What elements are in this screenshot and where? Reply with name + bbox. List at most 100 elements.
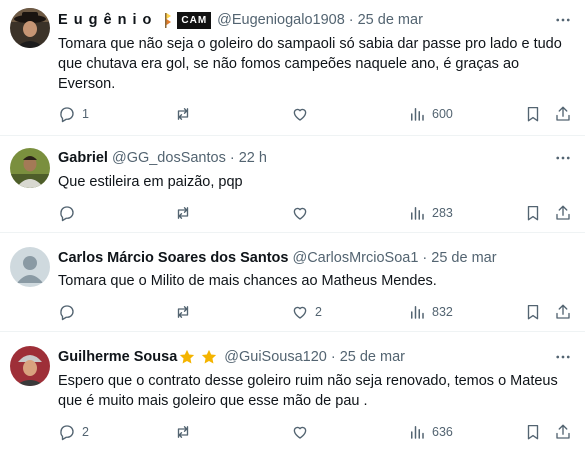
display-name[interactable]: Guilherme Sousa <box>58 349 177 365</box>
heart-icon <box>293 108 307 121</box>
display-name[interactable]: Gabriel <box>58 150 108 166</box>
action-bar: 1 600 <box>58 104 570 124</box>
avatar-photo <box>10 148 50 188</box>
reply-button[interactable] <box>58 302 82 322</box>
club-badge-text: CAM <box>177 11 212 29</box>
timestamp[interactable]: 25 de mar <box>340 349 405 365</box>
share-button[interactable] <box>554 302 572 322</box>
bookmark-icon <box>527 304 539 320</box>
views-button[interactable]: 832 <box>408 302 453 322</box>
views-button[interactable]: 600 <box>408 104 453 124</box>
share-icon <box>556 205 570 220</box>
more-dots-icon[interactable] <box>553 10 573 30</box>
retweet-button[interactable] <box>174 302 198 322</box>
bookmark-button[interactable] <box>524 104 542 124</box>
bookmark-button[interactable] <box>524 302 542 322</box>
reply-button[interactable]: 2 <box>58 422 89 442</box>
avatar-photo <box>10 346 50 386</box>
views-chart-icon <box>411 108 424 121</box>
bookmark-icon <box>527 424 539 440</box>
share-button[interactable] <box>554 422 572 442</box>
tweet-header: Guilherme Sousa @GuiSousa120 · 25 de mar <box>58 347 555 367</box>
action-bar: 2 636 <box>58 422 570 442</box>
reply-icon <box>60 206 74 222</box>
default-avatar-icon <box>10 247 50 287</box>
timestamp[interactable]: 22 h <box>239 150 267 166</box>
tweet-text: Tomara que não seja o goleiro do sampaol… <box>58 36 562 92</box>
timestamp[interactable]: 25 de mar <box>358 12 423 28</box>
reply-count: 2 <box>82 425 89 439</box>
retweet-button[interactable] <box>174 104 198 124</box>
retweet-icon <box>177 108 189 120</box>
share-icon <box>556 304 570 319</box>
user-handle[interactable]: @GuiSousa120 <box>224 349 327 365</box>
tweet-text: Espero que o contrato desse goleiro ruim… <box>58 373 558 409</box>
retweet-button[interactable] <box>174 422 198 442</box>
separator-dot: · <box>348 12 354 28</box>
separator-dot: · <box>422 250 428 266</box>
retweet-icon <box>177 306 189 318</box>
display-name[interactable]: E u g ê n i o <box>58 12 152 28</box>
reply-icon <box>60 425 74 441</box>
tweet[interactable]: Gabriel @GG_dosSantos · 22 h Que estilei… <box>0 136 585 233</box>
like-count: 2 <box>315 305 322 319</box>
tweet-header: Gabriel @GG_dosSantos · 22 h <box>58 148 555 168</box>
more-dots-icon[interactable] <box>553 148 573 168</box>
star-icon <box>178 348 196 366</box>
tweet-text: Que estileira em paizão, pqp <box>58 174 243 190</box>
reply-icon <box>60 305 74 321</box>
retweet-icon <box>177 426 189 438</box>
bookmark-icon <box>527 106 539 122</box>
user-handle[interactable]: @Eugeniogalo1908 <box>217 12 345 28</box>
views-chart-icon <box>411 306 424 319</box>
bookmark-button[interactable] <box>524 203 542 223</box>
heart-icon <box>293 426 307 439</box>
display-name[interactable]: Carlos Márcio Soares dos Santos <box>58 250 288 266</box>
view-count: 832 <box>432 305 453 319</box>
avatar[interactable] <box>10 8 50 48</box>
reply-button[interactable] <box>58 203 82 223</box>
share-button[interactable] <box>554 203 572 223</box>
user-handle[interactable]: @CarlosMrcioSoa1 <box>292 250 418 266</box>
reply-icon <box>60 107 74 123</box>
more-dots-icon[interactable] <box>553 347 573 367</box>
separator-dot: · <box>229 150 235 166</box>
tweet[interactable]: Carlos Márcio Soares dos Santos @CarlosM… <box>0 233 585 332</box>
share-button[interactable] <box>554 104 572 124</box>
avatar[interactable] <box>10 148 50 188</box>
tweet-header: Carlos Márcio Soares dos Santos @CarlosM… <box>58 248 555 268</box>
view-count: 636 <box>432 425 453 439</box>
tweet-header: E u g ê n i o CAM @Eugeniogalo1908 · 25 … <box>58 10 555 30</box>
tweet-text: Tomara que o Milito de mais chances ao M… <box>58 273 437 289</box>
like-button[interactable] <box>291 104 315 124</box>
avatar-photo <box>10 8 50 48</box>
star-icon <box>200 348 218 366</box>
bookmark-button[interactable] <box>524 422 542 442</box>
bookmark-icon <box>527 205 539 221</box>
retweet-icon <box>177 207 189 219</box>
share-icon <box>556 106 570 121</box>
avatar[interactable] <box>10 247 50 287</box>
reply-button[interactable]: 1 <box>58 104 89 124</box>
views-button[interactable]: 283 <box>408 203 453 223</box>
like-button[interactable]: 2 <box>291 302 322 322</box>
action-bar: 283 <box>58 203 570 223</box>
action-bar: 2 832 <box>58 302 570 322</box>
views-button[interactable]: 636 <box>408 422 453 442</box>
like-button[interactable] <box>291 203 315 223</box>
timestamp[interactable]: 25 de mar <box>431 250 496 266</box>
separator-dot: · <box>330 349 336 365</box>
like-button[interactable] <box>291 422 315 442</box>
heart-icon <box>293 207 307 220</box>
tweet[interactable]: E u g ê n i o CAM @Eugeniogalo1908 · 25 … <box>0 0 585 136</box>
reply-feed: E u g ê n i o CAM @Eugeniogalo1908 · 25 … <box>0 0 585 451</box>
share-icon <box>556 424 570 439</box>
tweet[interactable]: Guilherme Sousa @GuiSousa120 · 25 de mar… <box>0 332 585 451</box>
user-handle[interactable]: @GG_dosSantos <box>112 150 226 166</box>
views-chart-icon <box>411 426 424 439</box>
heart-icon <box>293 306 307 319</box>
retweet-button[interactable] <box>174 203 198 223</box>
views-chart-icon <box>411 207 424 220</box>
reply-count: 1 <box>82 107 89 121</box>
avatar[interactable] <box>10 346 50 386</box>
